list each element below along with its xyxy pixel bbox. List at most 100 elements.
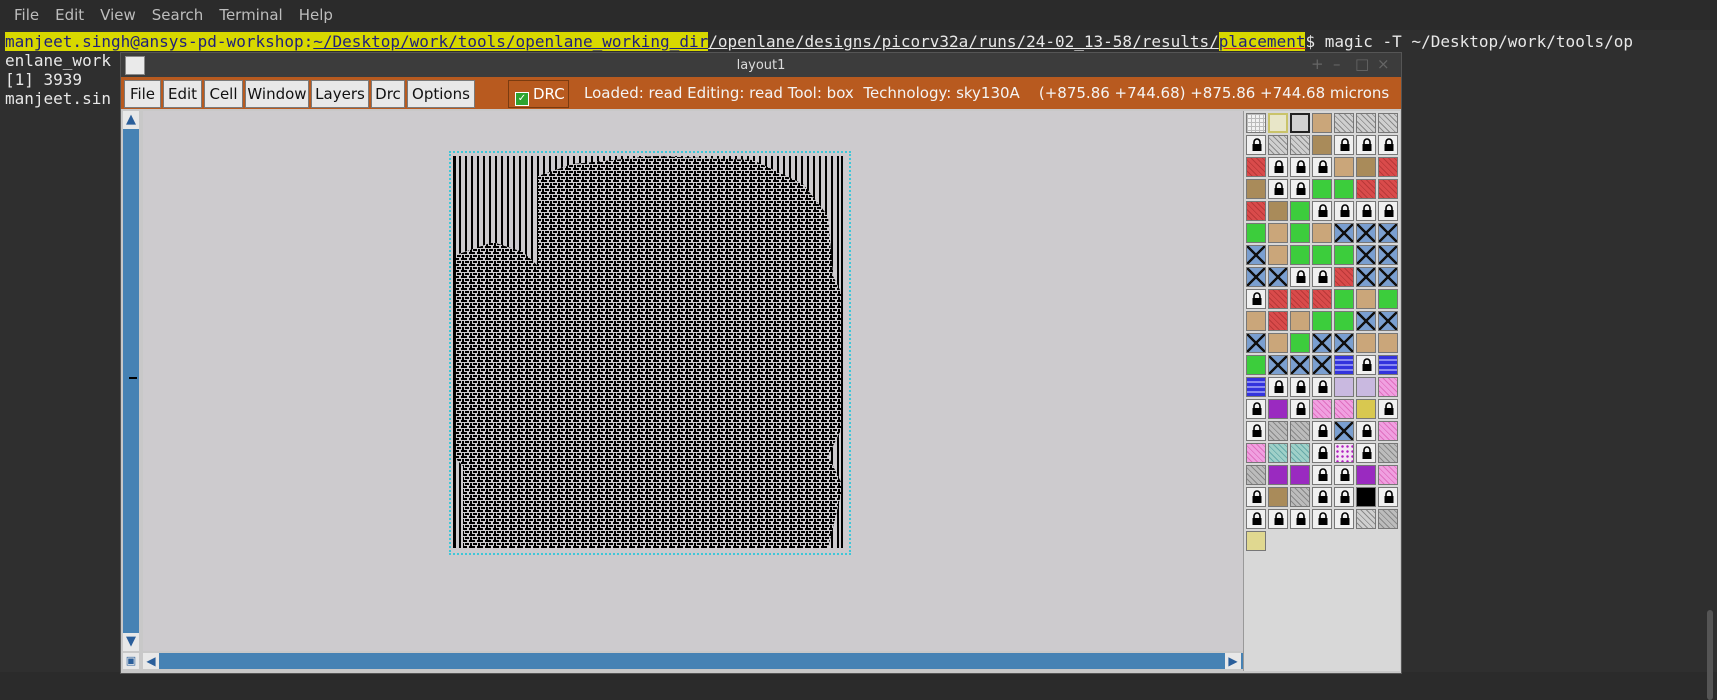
layer-swatch-lock[interactable] bbox=[1356, 355, 1376, 375]
layer-swatch-purple[interactable] bbox=[1290, 465, 1310, 485]
layer-swatch-lock[interactable] bbox=[1246, 399, 1266, 419]
layer-swatch-x[interactable] bbox=[1378, 267, 1398, 287]
layer-swatch-lock[interactable] bbox=[1268, 157, 1288, 177]
layer-swatch-green[interactable] bbox=[1246, 355, 1266, 375]
layer-swatch-red[interactable] bbox=[1378, 157, 1398, 177]
layer-swatch-hatch[interactable] bbox=[1378, 113, 1398, 133]
layer-swatch-x[interactable] bbox=[1246, 333, 1266, 353]
layer-swatch-tan[interactable] bbox=[1356, 289, 1376, 309]
terminal-menu-edit[interactable]: Edit bbox=[55, 6, 84, 24]
layer-swatch-red[interactable] bbox=[1268, 311, 1288, 331]
zoom-box-icon[interactable]: ▣ bbox=[123, 653, 139, 669]
layer-swatch-lock[interactable] bbox=[1378, 399, 1398, 419]
layer-swatch-green[interactable] bbox=[1334, 179, 1354, 199]
layer-swatch-pink[interactable] bbox=[1312, 399, 1332, 419]
layout-canvas[interactable] bbox=[143, 111, 1243, 651]
layer-swatch-x[interactable] bbox=[1356, 245, 1376, 265]
layer-swatch-lock[interactable] bbox=[1246, 421, 1266, 441]
layer-swatch-x[interactable] bbox=[1378, 311, 1398, 331]
layer-swatch-yellow[interactable] bbox=[1356, 399, 1376, 419]
layer-swatch-brown[interactable] bbox=[1268, 487, 1288, 507]
layer-swatch-green[interactable] bbox=[1312, 311, 1332, 331]
layer-swatch-lock[interactable] bbox=[1378, 201, 1398, 221]
layer-swatch-lock[interactable] bbox=[1290, 377, 1310, 397]
layer-swatch-hatch[interactable] bbox=[1290, 135, 1310, 155]
layer-swatch-x[interactable] bbox=[1268, 355, 1288, 375]
window-maximize-icon[interactable]: □ bbox=[1355, 55, 1369, 73]
layer-swatch-x[interactable] bbox=[1356, 223, 1376, 243]
layer-swatch-lock[interactable] bbox=[1334, 135, 1354, 155]
layer-swatch-lock[interactable] bbox=[1268, 509, 1288, 529]
layer-swatch-dots[interactable] bbox=[1334, 443, 1354, 463]
layer-swatch-purple[interactable] bbox=[1268, 399, 1288, 419]
layer-swatch-blue[interactable] bbox=[1246, 377, 1266, 397]
layer-swatch-grey[interactable] bbox=[1378, 443, 1398, 463]
menu-layers-button[interactable]: Layers bbox=[311, 80, 369, 108]
layer-swatch-lock[interactable] bbox=[1312, 443, 1332, 463]
layer-swatch-green[interactable] bbox=[1312, 179, 1332, 199]
horizontal-scrollbar[interactable] bbox=[143, 653, 1243, 669]
window-close-icon[interactable]: × bbox=[1377, 55, 1390, 73]
layer-swatch-brown[interactable] bbox=[1312, 135, 1332, 155]
layer-swatch-lock[interactable] bbox=[1356, 443, 1376, 463]
layer-swatch-green[interactable] bbox=[1290, 245, 1310, 265]
layer-swatch-lock[interactable] bbox=[1246, 135, 1266, 155]
terminal-menu-terminal[interactable]: Terminal bbox=[219, 6, 282, 24]
layer-swatch-lock[interactable] bbox=[1290, 179, 1310, 199]
layer-swatch-lavender[interactable] bbox=[1334, 377, 1354, 397]
layer-swatch-tan[interactable] bbox=[1268, 333, 1288, 353]
scroll-down-icon[interactable]: ▼ bbox=[123, 633, 139, 651]
layer-swatch-tan[interactable] bbox=[1246, 311, 1266, 331]
window-pin-icon[interactable]: + bbox=[1311, 55, 1324, 73]
layer-swatch-tan[interactable] bbox=[1312, 113, 1332, 133]
layer-swatch-tan[interactable] bbox=[1378, 333, 1398, 353]
layer-swatch-blue[interactable] bbox=[1334, 355, 1354, 375]
layer-swatch-red[interactable] bbox=[1378, 179, 1398, 199]
layer-swatch-lock[interactable] bbox=[1356, 135, 1376, 155]
layer-swatch-tan[interactable] bbox=[1268, 245, 1288, 265]
layer-swatch-red[interactable] bbox=[1312, 289, 1332, 309]
layer-swatch-x[interactable] bbox=[1290, 355, 1310, 375]
layer-swatch-green[interactable] bbox=[1378, 289, 1398, 309]
layer-swatch-brown[interactable] bbox=[1246, 179, 1266, 199]
layer-swatch-lock[interactable] bbox=[1290, 267, 1310, 287]
layer-swatch-green[interactable] bbox=[1290, 201, 1310, 221]
layer-swatch-grey[interactable] bbox=[1378, 509, 1398, 529]
layer-swatch-brown[interactable] bbox=[1356, 157, 1376, 177]
layer-swatch-hatch[interactable] bbox=[1356, 509, 1376, 529]
layer-swatch-yellowbox[interactable] bbox=[1268, 113, 1288, 133]
layer-swatch-pink[interactable] bbox=[1334, 399, 1354, 419]
menu-cell-button[interactable]: Cell bbox=[204, 80, 243, 108]
layer-swatch-tan[interactable] bbox=[1312, 223, 1332, 243]
layer-swatch-grey[interactable] bbox=[1290, 487, 1310, 507]
layer-swatch-black[interactable] bbox=[1356, 487, 1376, 507]
terminal-menu-search[interactable]: Search bbox=[152, 6, 204, 24]
layer-swatch-lock[interactable] bbox=[1334, 487, 1354, 507]
layer-swatch-lock[interactable] bbox=[1290, 399, 1310, 419]
layer-swatch-green[interactable] bbox=[1290, 223, 1310, 243]
layer-swatch-green[interactable] bbox=[1312, 245, 1332, 265]
layer-swatch-x[interactable] bbox=[1312, 333, 1332, 353]
layer-swatch-tan[interactable] bbox=[1268, 223, 1288, 243]
terminal-menu-file[interactable]: File bbox=[14, 6, 39, 24]
layer-swatch-lock[interactable] bbox=[1356, 201, 1376, 221]
layer-swatch-x[interactable] bbox=[1246, 245, 1266, 265]
menu-file-button[interactable]: File bbox=[124, 80, 161, 108]
layer-swatch-hatch[interactable] bbox=[1356, 113, 1376, 133]
layer-swatch-tan[interactable] bbox=[1334, 157, 1354, 177]
layer-swatch-blue[interactable] bbox=[1378, 355, 1398, 375]
layer-swatch-x[interactable] bbox=[1268, 267, 1288, 287]
terminal-menu-view[interactable]: View bbox=[100, 6, 136, 24]
layer-swatch-x[interactable] bbox=[1356, 311, 1376, 331]
layer-swatch-green[interactable] bbox=[1334, 245, 1354, 265]
menu-edit-button[interactable]: Edit bbox=[163, 80, 202, 108]
scroll-right-icon[interactable]: ▶ bbox=[1225, 653, 1241, 669]
menu-window-button[interactable]: Window bbox=[245, 80, 309, 108]
layer-swatch-x[interactable] bbox=[1378, 245, 1398, 265]
window-titlebar[interactable]: layout1 + – □ × bbox=[121, 53, 1401, 77]
layer-swatch-lock[interactable] bbox=[1246, 487, 1266, 507]
layer-swatch-tan[interactable] bbox=[1290, 311, 1310, 331]
layer-swatch-lock[interactable] bbox=[1334, 201, 1354, 221]
layer-swatch-red[interactable] bbox=[1356, 179, 1376, 199]
layer-swatch-lock[interactable] bbox=[1246, 289, 1266, 309]
